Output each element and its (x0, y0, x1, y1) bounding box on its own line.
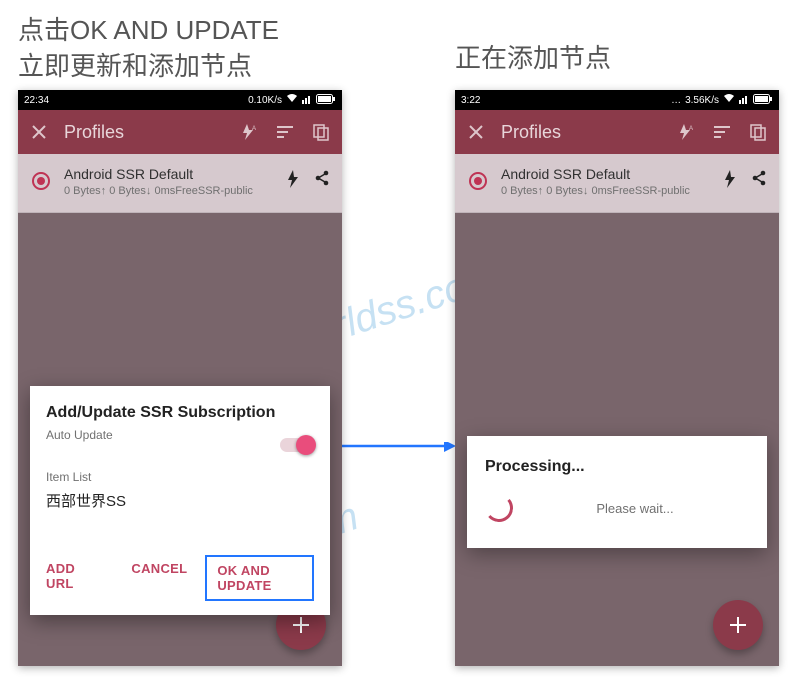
phone-left: 22:34 0.10K/s Profiles A (18, 90, 342, 666)
phone-right: 3:22 … 3.56K/s Profiles A (455, 90, 779, 666)
caption-left: 点击OK AND UPDATE 立即更新和添加节点 (18, 12, 279, 85)
processing-title: Processing... (485, 458, 749, 476)
dialog-actions: ADD URL CANCEL OK AND UPDATE (46, 553, 314, 605)
auto-update-switch[interactable] (280, 438, 314, 452)
spinner-icon (484, 493, 514, 523)
ok-and-update-button[interactable]: OK AND UPDATE (205, 555, 314, 601)
arrow-line (334, 442, 464, 572)
subscription-item[interactable]: 西部世界SS (46, 490, 314, 511)
add-url-button[interactable]: ADD URL (46, 561, 92, 601)
please-wait-label: Please wait... (521, 501, 749, 516)
item-list-label: Item List (46, 470, 314, 484)
dialog-processing: Processing... Please wait... (467, 436, 767, 548)
dialog-subscription: Add/Update SSR Subscription Auto Update … (30, 386, 330, 615)
caption-left-l1: 点击OK AND UPDATE (18, 12, 279, 48)
caption-right: 正在添加节点 (455, 40, 611, 76)
dialog-title: Add/Update SSR Subscription (46, 404, 314, 422)
cancel-button[interactable]: CANCEL (131, 561, 187, 601)
dialog-scrim[interactable] (455, 90, 779, 666)
caption-left-l2: 立即更新和添加节点 (18, 48, 279, 84)
